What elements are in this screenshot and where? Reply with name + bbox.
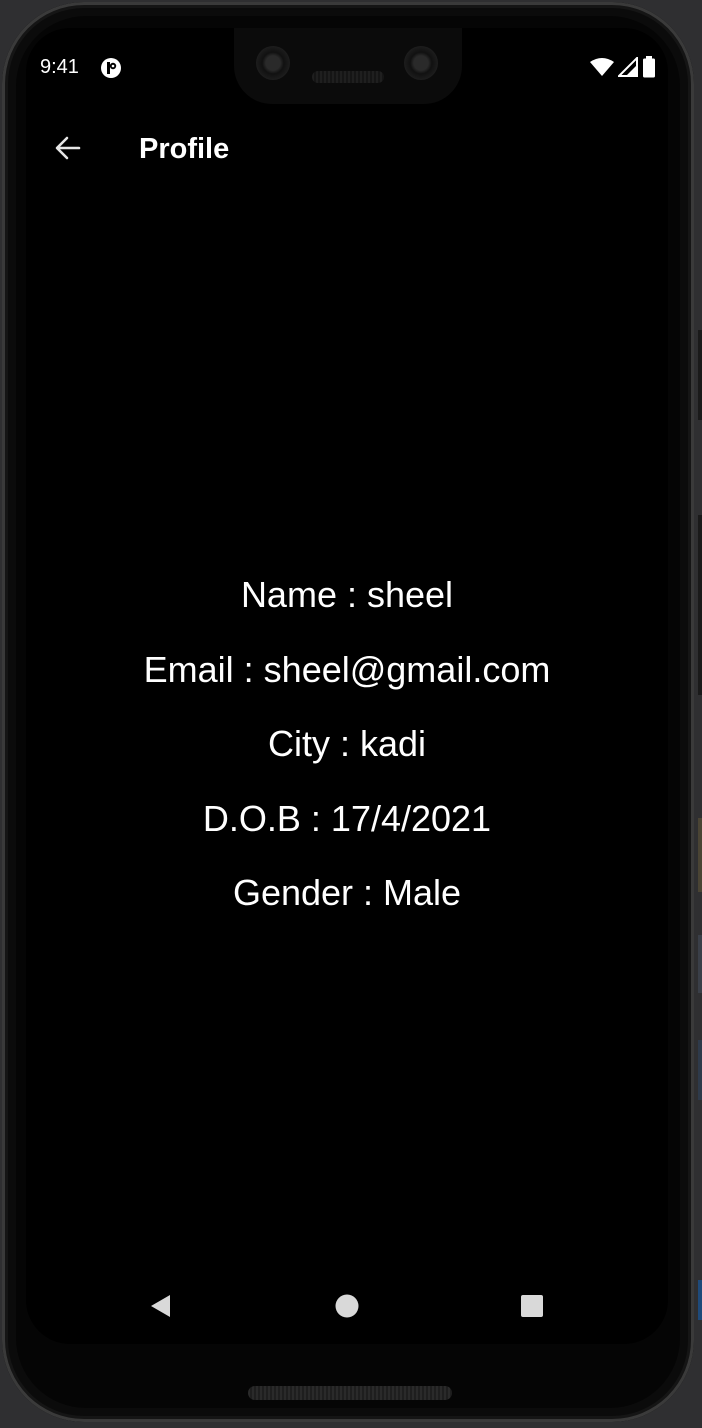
nav-back-icon bbox=[148, 1293, 174, 1324]
nav-recents-button[interactable] bbox=[504, 1280, 560, 1336]
emulator-frame: 9:41 Profile Name: sheel Email: sheel@… bbox=[0, 0, 702, 1428]
emulator-side-control[interactable] bbox=[698, 935, 702, 993]
emulator-side-control[interactable] bbox=[698, 1280, 702, 1320]
app-bar: Profile bbox=[26, 118, 668, 182]
wifi-icon bbox=[590, 57, 614, 82]
page-title: Profile bbox=[139, 133, 230, 165]
emulator-side-control[interactable] bbox=[698, 818, 702, 892]
volume-button[interactable] bbox=[698, 330, 702, 420]
front-camera-icon bbox=[404, 46, 438, 80]
status-time: 9:41 bbox=[40, 56, 79, 78]
back-button[interactable] bbox=[50, 132, 86, 168]
front-camera-icon bbox=[256, 46, 290, 80]
phone-body: 9:41 Profile Name: sheel Email: sheel@… bbox=[2, 2, 694, 1422]
battery-icon bbox=[642, 56, 656, 83]
emulator-side-control[interactable] bbox=[698, 1040, 702, 1100]
bottom-speaker-grille bbox=[248, 1386, 452, 1400]
profile-name: Name : sheel bbox=[240, 574, 454, 615]
profile-city: City : kadi bbox=[267, 723, 427, 765]
app-notification-icon bbox=[100, 57, 122, 79]
nav-back-button[interactable] bbox=[133, 1280, 189, 1336]
system-nav-bar bbox=[26, 1280, 668, 1336]
profile-email: Email : sheel@gmail.com bbox=[143, 648, 551, 690]
profile-details: Name : sheel Email : sheel@gmail.com Cit… bbox=[26, 573, 668, 946]
signal-icon bbox=[616, 55, 638, 82]
display-notch bbox=[234, 28, 462, 104]
earpiece-speaker bbox=[312, 71, 384, 83]
nav-home-icon bbox=[334, 1293, 360, 1324]
power-button[interactable] bbox=[698, 515, 702, 695]
nav-home-button[interactable] bbox=[319, 1280, 375, 1336]
profile-gender: Gender : Male bbox=[232, 872, 462, 914]
phone-screen: 9:41 Profile Name: sheel Email: sheel@… bbox=[26, 28, 668, 1344]
arrow-left-icon bbox=[53, 133, 83, 168]
status-icons bbox=[590, 55, 656, 83]
profile-dob: D.O.B : 17/4/2021 bbox=[202, 797, 492, 839]
nav-recents-icon bbox=[519, 1293, 545, 1324]
